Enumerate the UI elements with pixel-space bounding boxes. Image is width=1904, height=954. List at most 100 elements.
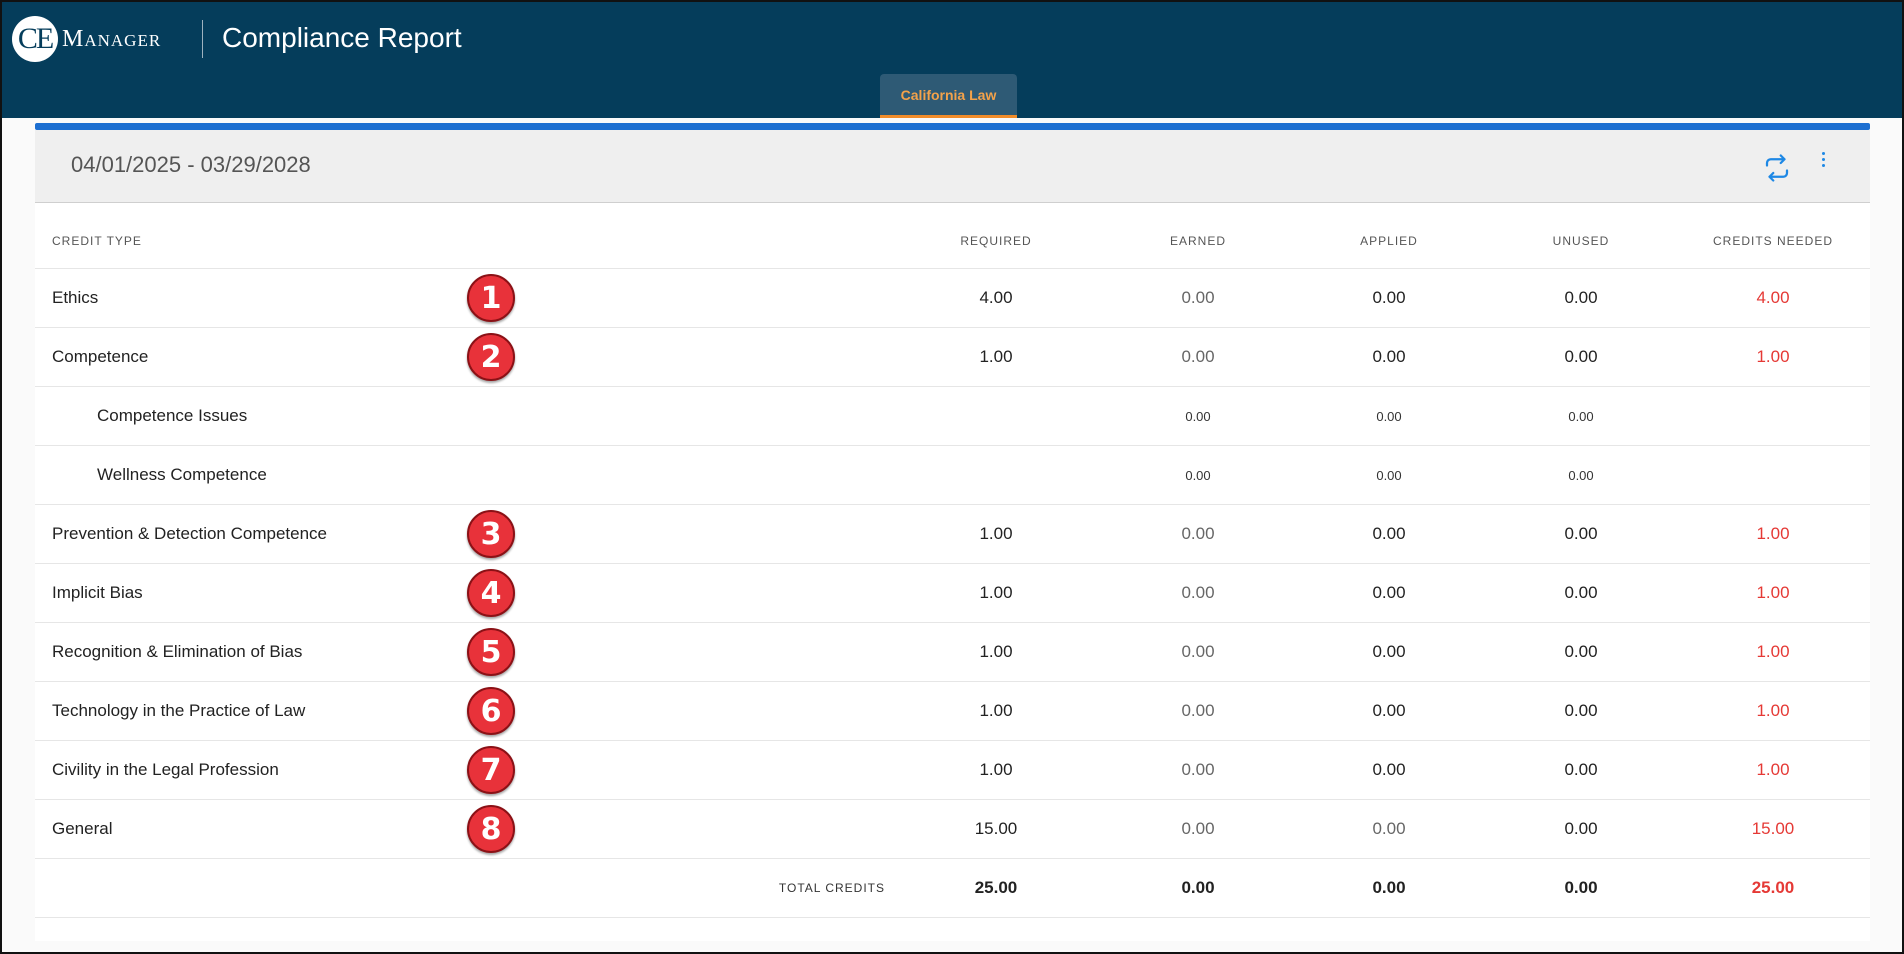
- applied-value: 0.00: [1376, 408, 1402, 424]
- unused-value: 0.00: [1564, 760, 1598, 779]
- col-earned: EARNED: [1169, 234, 1226, 248]
- earned-value: 0.00: [1185, 467, 1211, 483]
- required-value: 1.00: [979, 701, 1013, 720]
- table-row: Implicit Bias 4 1.00 0.00 0.00 0.00 1.00: [35, 564, 1870, 623]
- table-row: Competence 2 1.00 0.00 0.00 0.00 1.00: [35, 328, 1870, 387]
- number-badge: 4: [467, 569, 515, 617]
- unused-value: 0.00: [1564, 583, 1598, 602]
- unused-value: 0.00: [1568, 467, 1594, 483]
- unused-value: 0.00: [1564, 701, 1598, 720]
- unused-value: 0.00: [1564, 819, 1598, 838]
- kebab-menu-icon[interactable]: [1818, 149, 1828, 173]
- number-badge: 2: [467, 333, 515, 381]
- col-required: REQUIRED: [960, 234, 1032, 248]
- required-value: 4.00: [979, 288, 1013, 307]
- earned-value: 0.00: [1181, 701, 1215, 720]
- credits-needed-value: 1.00: [1756, 583, 1790, 602]
- earned-value: 0.00: [1181, 642, 1215, 661]
- total-credits-label: TOTAL CREDITS: [778, 881, 885, 895]
- earned-value: 0.00: [1185, 408, 1211, 424]
- applied-value: 0.00: [1372, 701, 1406, 720]
- unused-value: 0.00: [1564, 642, 1598, 661]
- applied-value: 0.00: [1376, 467, 1402, 483]
- total-required: 25.00: [974, 878, 1018, 897]
- col-unused: UNUSED: [1552, 234, 1610, 248]
- card-accent-bar: [35, 123, 1870, 130]
- number-badge: 7: [467, 746, 515, 794]
- table-row: Civility in the Legal Profession 7 1.00 …: [35, 741, 1870, 800]
- earned-value: 0.00: [1181, 819, 1215, 838]
- credits-needed-value: 1.00: [1756, 524, 1790, 543]
- applied-value: 0.00: [1372, 819, 1406, 838]
- unused-value: 0.00: [1564, 524, 1598, 543]
- credit-subtype-name: Wellness Competence: [97, 465, 267, 484]
- table-row: Prevention & Detection Competence 3 1.00…: [35, 505, 1870, 564]
- sync-icon[interactable]: [1762, 153, 1792, 183]
- credit-type-name: Civility in the Legal Profession: [52, 760, 279, 779]
- table-subrow: Competence Issues 0.00 0.00 0.00: [35, 387, 1870, 446]
- credit-type-name: Recognition & Elimination of Bias: [52, 642, 303, 661]
- total-unused: 0.00: [1564, 878, 1598, 897]
- required-value: 1.00: [979, 347, 1013, 366]
- required-value: 1.00: [979, 760, 1013, 779]
- number-badge: 6: [467, 687, 515, 735]
- earned-value: 0.00: [1181, 347, 1215, 366]
- number-badge: 8: [467, 805, 515, 853]
- credits-table: CREDIT TYPE REQUIRED EARNED APPLIED UNUS…: [35, 214, 1870, 918]
- earned-value: 0.00: [1181, 583, 1215, 602]
- earned-value: 0.00: [1181, 288, 1215, 307]
- required-value: 1.00: [979, 524, 1013, 543]
- required-value: 1.00: [979, 583, 1013, 602]
- page-title: Compliance Report: [222, 22, 462, 53]
- logo-wordmark: Manager: [62, 25, 162, 52]
- table-header-row: CREDIT TYPE REQUIRED EARNED APPLIED UNUS…: [35, 214, 1870, 269]
- table-subrow: Wellness Competence 0.00 0.00 0.00: [35, 446, 1870, 505]
- credit-type-name: Implicit Bias: [52, 583, 143, 602]
- total-earned: 0.00: [1181, 878, 1215, 897]
- required-value: 15.00: [974, 819, 1018, 838]
- total-applied: 0.00: [1372, 878, 1406, 897]
- ce-manager-logo[interactable]: CE Manager: [12, 16, 161, 62]
- number-badge: 3: [467, 510, 515, 558]
- unused-value: 0.00: [1564, 347, 1598, 366]
- compliance-period: 04/01/2025 - 03/29/2028: [71, 152, 311, 177]
- applied-value: 0.00: [1372, 288, 1406, 307]
- earned-value: 0.00: [1181, 524, 1215, 543]
- compliance-card: 04/01/2025 - 03/29/2028 CREDIT TYPE REQU…: [35, 123, 1870, 941]
- totals-row: TOTAL CREDITS 25.00 0.00 0.00 0.00 25.00: [35, 859, 1870, 918]
- credits-needed-value: 4.00: [1756, 288, 1790, 307]
- credit-type-name: Ethics: [52, 288, 99, 307]
- credit-type-name: General: [52, 819, 113, 838]
- tab-california-law[interactable]: California Law: [880, 74, 1017, 118]
- unused-value: 0.00: [1568, 408, 1594, 424]
- unused-value: 0.00: [1564, 288, 1598, 307]
- number-badge: 5: [467, 628, 515, 676]
- credits-needed-value: 1.00: [1756, 760, 1790, 779]
- credit-subtype-name: Competence Issues: [97, 406, 248, 425]
- credits-needed-value: 15.00: [1751, 819, 1795, 838]
- col-credits-needed: CREDITS NEEDED: [1712, 234, 1833, 248]
- logo-mark: CE: [12, 16, 58, 62]
- app-header: CE Manager Compliance Report California …: [2, 2, 1902, 118]
- total-credits-needed: 25.00: [1751, 878, 1795, 897]
- col-credit-type: CREDIT TYPE: [52, 234, 142, 248]
- col-applied: APPLIED: [1360, 234, 1418, 248]
- table-row: General 8 15.00 0.00 0.00 0.00 15.00: [35, 800, 1870, 859]
- table-row: Recognition & Elimination of Bias 5 1.00…: [35, 623, 1870, 682]
- credits-needed-value: 1.00: [1756, 347, 1790, 366]
- applied-value: 0.00: [1372, 642, 1406, 661]
- applied-value: 0.00: [1372, 524, 1406, 543]
- table-row: Ethics 1 4.00 0.00 0.00 0.00 4.00: [35, 269, 1870, 328]
- credit-type-name: Competence: [52, 347, 149, 366]
- credit-type-name: Technology in the Practice of Law: [52, 701, 306, 720]
- required-value: 1.00: [979, 642, 1013, 661]
- earned-value: 0.00: [1181, 760, 1215, 779]
- number-badge: 1: [467, 274, 515, 322]
- credit-type-name: Prevention & Detection Competence: [52, 524, 327, 543]
- applied-value: 0.00: [1372, 583, 1406, 602]
- credits-needed-value: 1.00: [1756, 642, 1790, 661]
- applied-value: 0.00: [1372, 347, 1406, 366]
- header-divider: [202, 20, 203, 58]
- app-window: CE Manager Compliance Report California …: [0, 0, 1904, 954]
- credits-needed-value: 1.00: [1756, 701, 1790, 720]
